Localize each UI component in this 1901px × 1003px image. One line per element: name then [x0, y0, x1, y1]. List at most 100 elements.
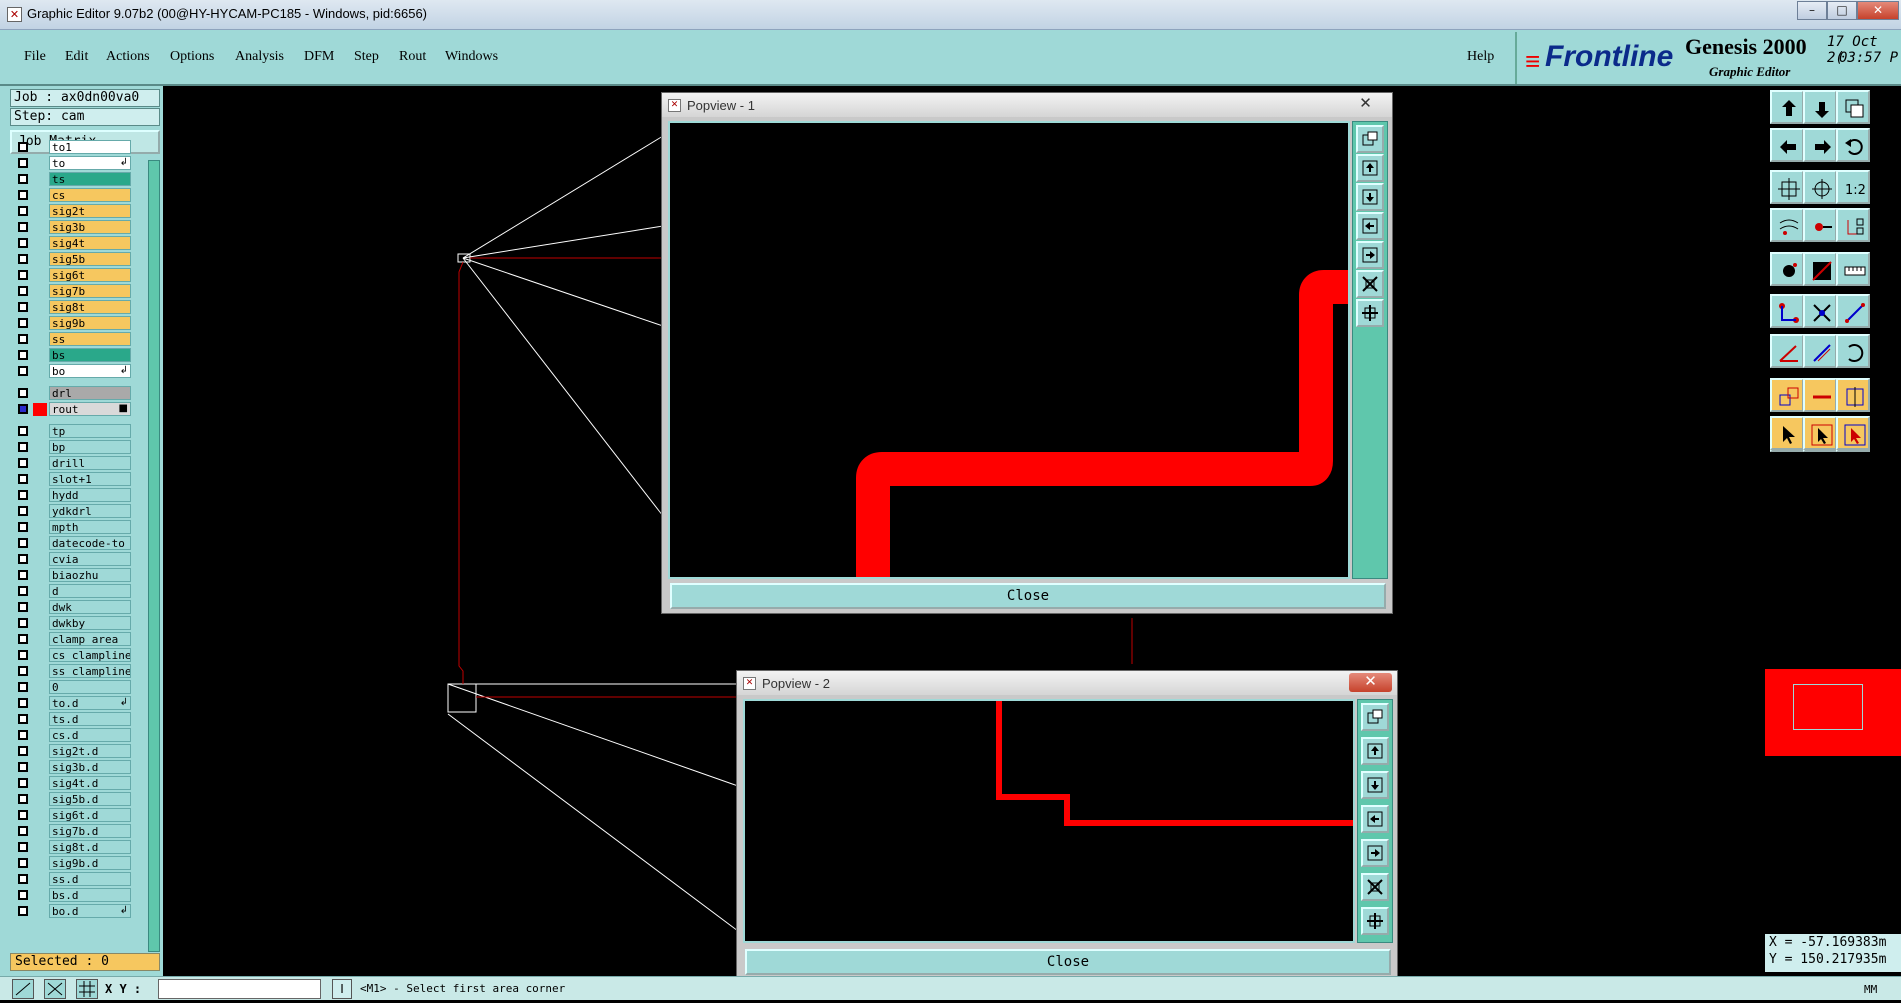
popview-1-tool-3[interactable]	[1356, 183, 1384, 211]
layer-row-sig3b-d[interactable]: sig3b.d	[15, 760, 131, 775]
layer-name[interactable]: sig2t	[49, 204, 131, 218]
layer-row-to1[interactable]: to1	[15, 140, 131, 155]
zoom-extents-icon[interactable]	[1770, 170, 1804, 204]
arc-icon[interactable]	[1836, 334, 1870, 368]
align-icon[interactable]	[1836, 378, 1870, 412]
popview-1-close-button[interactable]: Close	[670, 583, 1386, 609]
layer-checkbox[interactable]	[18, 746, 28, 756]
ruler-icon[interactable]	[1836, 252, 1870, 286]
layer-checkbox[interactable]	[18, 890, 28, 900]
layer-name[interactable]: cvia	[49, 552, 131, 566]
overview-viewport[interactable]	[1793, 684, 1863, 730]
select-icon[interactable]	[1770, 416, 1804, 450]
layer-row-sig2t[interactable]: sig2t	[15, 204, 131, 219]
layer-name[interactable]: drill	[49, 456, 131, 470]
menu-file[interactable]: File	[24, 49, 46, 65]
layer-row-to-d[interactable]: to.d ↲	[15, 696, 131, 711]
layer-checkbox[interactable]	[18, 682, 28, 692]
layer-row-drill[interactable]: drill	[15, 456, 131, 471]
layer-name[interactable]: ss.d	[49, 872, 131, 886]
popview-2-tool-1[interactable]	[1361, 703, 1389, 731]
layer-name[interactable]: sig9b	[49, 316, 131, 330]
layer-name[interactable]: sig4t.d	[49, 776, 131, 790]
popview-1-tool-4[interactable]	[1356, 212, 1384, 240]
layer-checkbox[interactable]	[18, 206, 28, 216]
layer-row-d[interactable]: d	[15, 584, 131, 599]
menu-dfm[interactable]: DFM	[304, 49, 334, 65]
pan-down-icon[interactable]	[1803, 90, 1837, 124]
popview-2-tool-7[interactable]	[1361, 907, 1389, 935]
layer-name[interactable]: cs.d	[49, 728, 131, 742]
popview-2-close-icon[interactable]: ✕	[1349, 673, 1392, 692]
layer-name[interactable]: sig3b.d	[49, 760, 131, 774]
popview-2-close-button[interactable]: Close	[745, 949, 1391, 975]
layer-name[interactable]: cs	[49, 188, 131, 202]
layer-name[interactable]: sig8t.d	[49, 840, 131, 854]
menu-help[interactable]: Help	[1467, 49, 1494, 65]
layer-name[interactable]: bs.d	[49, 888, 131, 902]
layer-row-ss-clampline[interactable]: ss_clampline	[15, 664, 131, 679]
connect-icon[interactable]	[1770, 294, 1804, 328]
layer-checkbox[interactable]	[18, 634, 28, 644]
layer-row-ydkdrl[interactable]: ydkdrl	[15, 504, 131, 519]
layer-name[interactable]: biaozhu	[49, 568, 131, 582]
layer-checkbox[interactable]	[18, 286, 28, 296]
layer-checkbox[interactable]	[18, 666, 28, 676]
layer-checkbox[interactable]	[18, 302, 28, 312]
layer-row-dwkby[interactable]: dwkby	[15, 616, 131, 631]
snap-icon[interactable]	[1770, 208, 1804, 242]
layer-checkbox[interactable]	[18, 254, 28, 264]
layer-checkbox[interactable]	[18, 506, 28, 516]
layer-checkbox[interactable]	[18, 554, 28, 564]
layer-checkbox[interactable]	[18, 618, 28, 628]
layer-checkbox[interactable]	[18, 650, 28, 660]
menu-edit[interactable]: Edit	[65, 49, 88, 65]
layer-row-0[interactable]: 0	[15, 680, 131, 695]
popview-2-tool-6[interactable]	[1361, 873, 1389, 901]
layer-row-slot-1[interactable]: slot+1	[15, 472, 131, 487]
measure-tool-icon[interactable]	[44, 979, 66, 999]
layer-name[interactable]: dwk	[49, 600, 131, 614]
layer-checkbox[interactable]	[18, 538, 28, 548]
layer-row-drl[interactable]: drl	[15, 386, 131, 401]
layer-name[interactable]: dwkby	[49, 616, 131, 630]
layer-name[interactable]: drl	[49, 386, 131, 400]
layer-row-rout[interactable]: rout ■	[15, 402, 131, 417]
zoom-1-2-icon[interactable]: 1:2	[1836, 170, 1870, 204]
pan-left-icon[interactable]	[1770, 128, 1804, 162]
popview-1-close-icon[interactable]: ✕	[1344, 95, 1387, 114]
popview-1-tool-2[interactable]	[1356, 154, 1384, 182]
layer-checkbox[interactable]	[18, 714, 28, 724]
layer-checkbox[interactable]	[18, 490, 28, 500]
feature-icon[interactable]	[1803, 252, 1837, 286]
layer-name[interactable]: ts	[49, 172, 131, 186]
layer-checkbox[interactable]	[18, 762, 28, 772]
overview-map[interactable]	[1765, 669, 1901, 756]
layer-name[interactable]: datecode-to	[49, 536, 131, 550]
pan-right-icon[interactable]	[1803, 128, 1837, 162]
popview-2-tool-4[interactable]	[1361, 805, 1389, 833]
layer-checkbox[interactable]	[18, 190, 28, 200]
layer-checkbox[interactable]	[18, 442, 28, 452]
layer-checkbox[interactable]	[18, 334, 28, 344]
layer-checkbox[interactable]	[18, 238, 28, 248]
slope-icon[interactable]	[1803, 334, 1837, 368]
layer-checkbox[interactable]	[18, 730, 28, 740]
layer-row-bo[interactable]: bo ↲	[15, 364, 131, 379]
line-icon[interactable]	[1836, 294, 1870, 328]
layer-row-sig8t-d[interactable]: sig8t.d	[15, 840, 131, 855]
xy-input[interactable]	[158, 979, 321, 999]
layer-row-sig3b[interactable]: sig3b	[15, 220, 131, 235]
popview-2-tool-2[interactable]	[1361, 737, 1389, 765]
move-icon[interactable]	[1770, 378, 1804, 412]
popview-1-tool-5[interactable]	[1356, 241, 1384, 269]
layer-row-cs-clampline[interactable]: cs_clampline	[15, 648, 131, 663]
layer-row-sig5b[interactable]: sig5b	[15, 252, 131, 267]
popview-1-canvas[interactable]	[668, 121, 1350, 579]
layer-name[interactable]: to1	[49, 140, 131, 154]
undo-view-icon[interactable]	[1836, 128, 1870, 162]
layer-row-bo-d[interactable]: bo.d ↲	[15, 904, 131, 919]
layer-row-hydd[interactable]: hydd	[15, 488, 131, 503]
layer-row-tp[interactable]: tp	[15, 424, 131, 439]
layer-name[interactable]: sig3b	[49, 220, 131, 234]
